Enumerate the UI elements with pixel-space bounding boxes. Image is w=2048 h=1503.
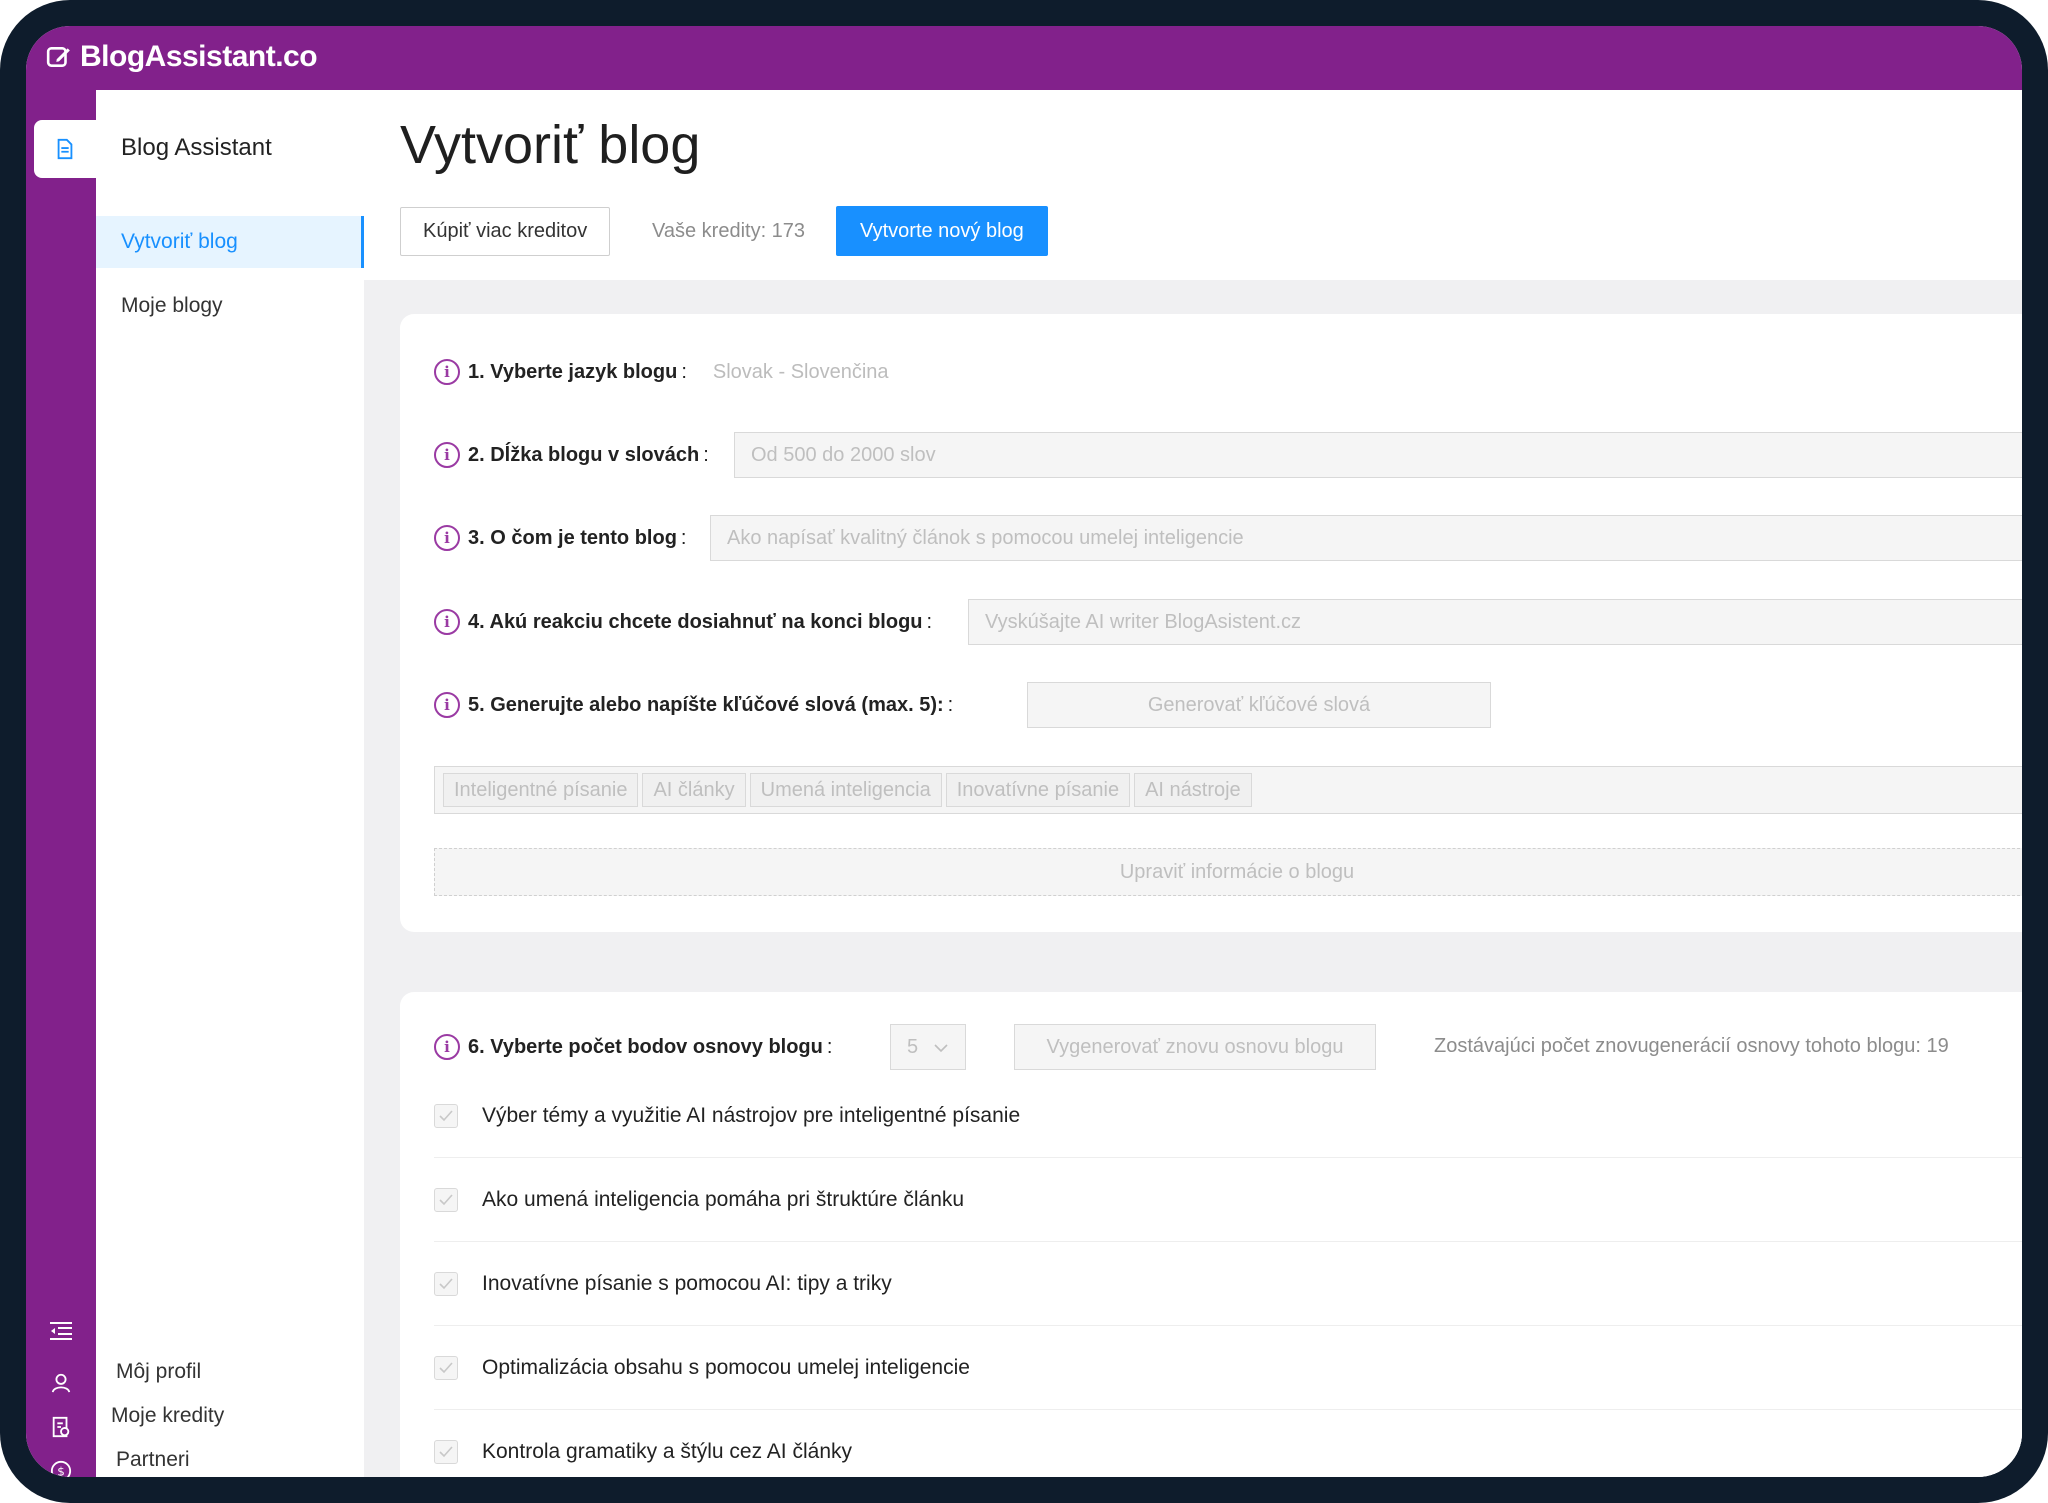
outline-item-text: Ako umená inteligencia pomáha pri štrukt… (482, 1187, 965, 1211)
language-select[interactable]: Slovak - Slovenčina (713, 361, 889, 384)
buy-credits-button[interactable]: Kúpiť viac kreditov (400, 207, 611, 256)
app-screen: BlogAssistant.co $ Blog Assistant Vytvor… (26, 26, 2022, 1477)
topic-row: i 3. O čom je tento blog : (434, 515, 696, 561)
check-icon (439, 1277, 453, 1289)
length-row: i 2. Dĺžka blogu v slovách : (434, 432, 719, 478)
check-icon (439, 1109, 453, 1121)
chevron-down-icon (934, 1044, 948, 1053)
menu-collapse-icon[interactable] (44, 1314, 78, 1348)
keywords-input[interactable]: Inteligentné písanie AI články Umená int… (434, 766, 2022, 814)
edit-blog-info-button[interactable]: Upraviť informácie o blogu (434, 848, 2022, 896)
svg-text:$: $ (57, 1465, 65, 1477)
sidebar-item-my-credits[interactable]: Moje kredity (111, 1404, 224, 1428)
page-title: Vytvoriť blog (400, 115, 701, 175)
keyword-tag[interactable]: Umená inteligencia (749, 773, 942, 807)
regenerate-outline-button[interactable]: Vygenerovať znovu osnovu blogu (1014, 1024, 1376, 1070)
outline-item-text: Kontrola gramatiky a štýlu cez AI články (482, 1440, 852, 1463)
outline-item-text: Inovatívne písanie s pomocou AI: tipy a … (482, 1271, 892, 1295)
device-frame: BlogAssistant.co $ Blog Assistant Vytvor… (0, 0, 2048, 1503)
outline-item: Inovatívne písanie s pomocou AI: tipy a … (434, 1242, 2022, 1326)
outline-item-text: Optimalizácia obsahu s pomocou umelej in… (482, 1355, 970, 1379)
main-content: Vytvoriť blog Kúpiť viac kreditov Vaše k… (364, 90, 2022, 1477)
logo[interactable]: BlogAssistant.co (46, 40, 318, 74)
sidebar-item-create-blog[interactable]: Vytvoriť blog (96, 216, 364, 268)
reaction-input[interactable]: Vyskúšajte AI writer BlogAsistent.cz (968, 599, 2022, 645)
colon: : (681, 360, 687, 383)
outline-checkbox[interactable] (434, 1440, 458, 1464)
sidebar-item-my-profile[interactable]: Môj profil (116, 1360, 201, 1384)
sidebar-title: Blog Assistant (121, 134, 272, 161)
info-icon[interactable]: i (434, 1034, 460, 1060)
info-icon[interactable]: i (434, 359, 460, 385)
colon: : (703, 443, 709, 466)
outline-checkbox[interactable] (434, 1271, 458, 1296)
sidebar: Blog Assistant Vytvoriť blog Moje blogy … (96, 90, 364, 1477)
outline-label: 6. Vyberte počet bodov osnovy blogu (468, 1035, 823, 1058)
keywords-row: i 5. Generujte alebo napíšte kľúčové slo… (434, 682, 963, 728)
outline-checkbox[interactable] (434, 1355, 458, 1380)
keyword-tag[interactable]: AI články (642, 773, 746, 807)
new-blog-button[interactable]: Vytvorte nový blog (836, 206, 1048, 256)
dollar-icon[interactable]: $ (44, 1454, 78, 1477)
sidebar-item-my-blogs[interactable]: Moje blogy (96, 280, 364, 332)
topic-label: 3. O čom je tento blog (468, 526, 677, 549)
outline-count-value: 5 (907, 1036, 919, 1058)
topic-input[interactable]: Ako napísať kvalitný článok s pomocou um… (710, 515, 2022, 561)
length-input[interactable]: Od 500 do 2000 slov (734, 432, 2022, 478)
page-header: Vytvoriť blog Kúpiť viac kreditov Vaše k… (364, 90, 2022, 280)
keyword-tag[interactable]: Inovatívne písanie (945, 773, 1131, 807)
credits-icon[interactable] (44, 1410, 78, 1444)
info-icon[interactable]: i (434, 692, 460, 718)
language-label: 1. Vyberte jazyk blogu (468, 360, 678, 383)
credits-balance: Vaše kredity: 173 (652, 220, 806, 242)
info-icon[interactable]: i (434, 442, 460, 468)
edit-logo-icon (46, 47, 70, 67)
outline-checkbox[interactable] (434, 1187, 458, 1212)
outline-item: Výber témy a využitie AI nástrojov pre i… (434, 1074, 2022, 1158)
language-row: i 1. Vyberte jazyk blogu : Slovak - Slov… (434, 349, 889, 395)
info-icon[interactable]: i (434, 609, 460, 635)
check-icon (439, 1361, 453, 1373)
colon: : (826, 1035, 833, 1058)
outline-item: Ako umená inteligencia pomáha pri štrukt… (434, 1158, 2022, 1242)
outline-checkbox[interactable] (434, 1103, 458, 1128)
colon: : (926, 610, 933, 633)
outline-item: Kontrola gramatiky a štýlu cez AI články (434, 1410, 2022, 1477)
outline-card: i 6. Vyberte počet bodov osnovy blogu 5 … (400, 992, 2022, 1477)
reaction-row: i 4. Akú reakciu chcete dosiahnuť na kon… (434, 599, 942, 645)
blog-info-card: i 1. Vyberte jazyk blogu : Slovak - Slov… (400, 314, 2022, 932)
reaction-label: 4. Akú reakciu chcete dosiahnuť na konci… (468, 610, 923, 633)
remaining-regenerations: Zostávajúci počet znovugenerácií osnovy … (1434, 1035, 1949, 1057)
rail-blog-button[interactable] (34, 120, 96, 178)
icon-rail: $ (26, 90, 96, 1477)
length-label: 2. Dĺžka blogu v slovách (468, 443, 700, 466)
keyword-tag[interactable]: Inteligentné písanie (443, 773, 639, 807)
colon: : (947, 693, 954, 716)
outline-count-select[interactable]: 5 (890, 1024, 966, 1070)
user-icon[interactable] (44, 1366, 78, 1400)
info-icon[interactable]: i (434, 525, 460, 551)
generate-keywords-button[interactable]: Generovať kľúčové slová (1027, 682, 1491, 728)
keyword-tag[interactable]: AI nástroje (1134, 773, 1252, 807)
logo-text: BlogAssistant.co (80, 40, 318, 73)
outline-item: Optimalizácia obsahu s pomocou umelej in… (434, 1326, 2022, 1410)
keywords-label: 5. Generujte alebo napíšte kľúčové slová… (468, 693, 944, 716)
outline-count-row: i 6. Vyberte počet bodov osnovy blogu 5 … (434, 1024, 842, 1070)
document-icon (57, 138, 73, 160)
outline-item-text: Výber témy a využitie AI nástrojov pre i… (482, 1103, 1021, 1127)
top-bar: BlogAssistant.co (26, 26, 2022, 90)
check-icon (439, 1446, 453, 1458)
check-icon (439, 1193, 453, 1205)
sidebar-item-partners[interactable]: Partneri (116, 1448, 190, 1472)
colon: : (680, 526, 687, 549)
